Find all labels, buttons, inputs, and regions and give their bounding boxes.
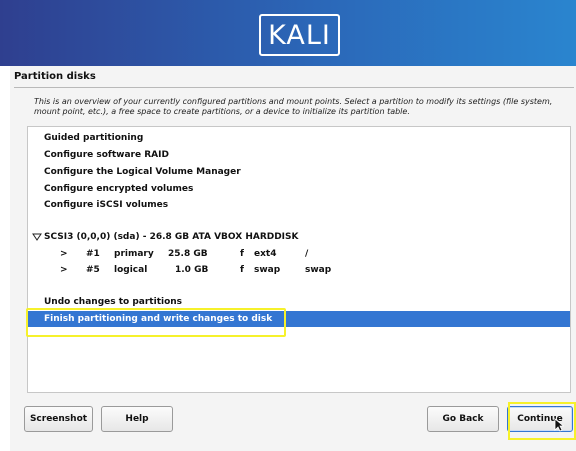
list-item-label: Configure iSCSI volumes xyxy=(44,200,169,210)
partition-mount-point: swap xyxy=(305,265,332,275)
list-item-guided-partitioning[interactable]: Guided partitioning xyxy=(28,130,570,146)
triangle-down-icon[interactable] xyxy=(32,232,42,242)
list-item-label: Configure the Logical Volume Manager xyxy=(44,167,241,177)
list-item-configure-iscsi[interactable]: Configure iSCSI volumes xyxy=(28,197,570,213)
list-item-configure-lvm[interactable]: Configure the Logical Volume Manager xyxy=(28,164,570,180)
page-description: This is an overview of your currently co… xyxy=(34,97,553,116)
partition-size: 1.0 GB xyxy=(175,265,209,275)
list-item-finish-partitioning[interactable]: Finish partitioning and write changes to… xyxy=(28,311,570,327)
partition-size: 25.8 GB xyxy=(168,249,208,259)
title-divider xyxy=(14,87,574,88)
partition-filesystem: swap xyxy=(254,265,281,275)
partition-arrow: > xyxy=(60,265,68,275)
partition-type: logical xyxy=(114,265,148,275)
list-item-partition-1[interactable]: > #1 primary 25.8 GB f ext4 / xyxy=(28,246,570,262)
mouse-pointer-icon xyxy=(554,418,564,432)
list-item-disk-sda[interactable]: SCSI3 (0,0,0) (sda) - 26.8 GB ATA VBOX H… xyxy=(28,229,570,245)
list-item-configure-encrypted[interactable]: Configure encrypted volumes xyxy=(28,181,570,197)
page-title: Partition disks xyxy=(14,71,96,82)
go-back-button[interactable]: Go Back xyxy=(427,406,499,432)
list-item-label: Finish partitioning and write changes to… xyxy=(44,314,273,324)
partition-mount-point: / xyxy=(305,249,309,259)
partition-list[interactable]: Guided partitioning Configure software R… xyxy=(27,126,571,393)
partition-number: #1 xyxy=(86,249,100,259)
list-item-label: Configure software RAID xyxy=(44,150,169,160)
screenshot-button[interactable]: Screenshot xyxy=(24,406,93,432)
partition-flag: f xyxy=(240,249,244,259)
partition-flag: f xyxy=(240,265,244,275)
list-item-label: Configure encrypted volumes xyxy=(44,184,194,194)
partition-arrow: > xyxy=(60,249,68,259)
partition-number: #5 xyxy=(86,265,100,275)
partition-filesystem: ext4 xyxy=(254,249,277,259)
disk-label: SCSI3 (0,0,0) (sda) - 26.8 GB ATA VBOX H… xyxy=(44,232,299,242)
list-item-partition-5[interactable]: > #5 logical 1.0 GB f swap swap xyxy=(28,262,570,278)
list-item-label: Guided partitioning xyxy=(44,133,144,143)
partition-type: primary xyxy=(114,249,154,259)
kali-logo: KALI xyxy=(259,14,340,56)
list-item-configure-raid[interactable]: Configure software RAID xyxy=(28,147,570,163)
installer-banner: KALI xyxy=(0,0,576,66)
help-button[interactable]: Help xyxy=(101,406,173,432)
list-item-undo-changes[interactable]: Undo changes to partitions xyxy=(28,294,570,310)
list-item-label: Undo changes to partitions xyxy=(44,297,183,307)
